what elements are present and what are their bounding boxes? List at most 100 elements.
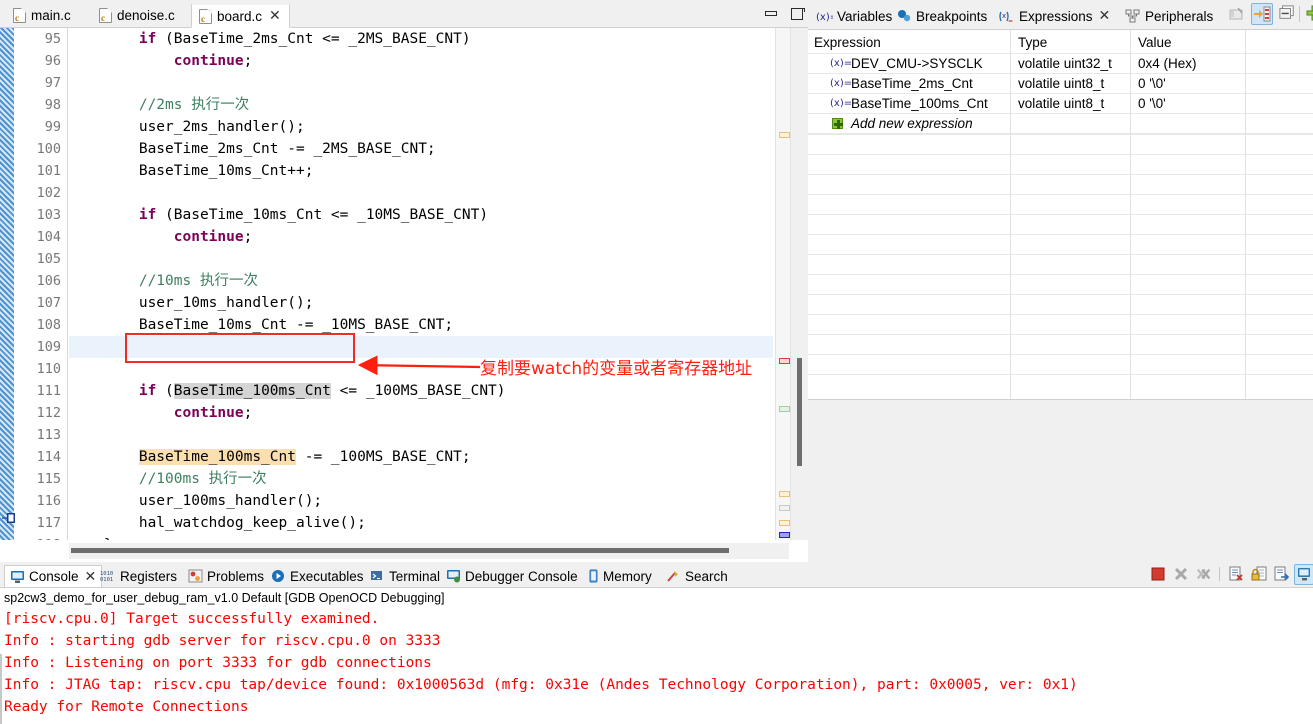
editor-tab-denoise-c[interactable]: denoise.c	[92, 3, 183, 28]
type-cell[interactable]: volatile uint8_t	[1018, 94, 1104, 114]
executables-icon	[271, 569, 286, 583]
expression-cell[interactable]: BaseTime_2ms_Cnt	[851, 74, 973, 94]
close-icon[interactable]: ✕	[85, 570, 97, 584]
row-divider	[808, 374, 1313, 375]
code-line[interactable]: //2ms 执行一次	[69, 94, 249, 116]
editor-tab-board-c[interactable]: board.c ✕	[191, 3, 290, 28]
tab-executables[interactable]: Executables	[271, 565, 364, 587]
code-line[interactable]: if (BaseTime_2ms_Cnt <= _2MS_BASE_CNT)	[69, 28, 471, 50]
overview-marker[interactable]	[779, 505, 790, 511]
tab-peripherals[interactable]: Peripherals	[1125, 4, 1213, 28]
scrollbar-thumb[interactable]	[71, 548, 729, 553]
code-line[interactable]: user_2ms_handler();	[69, 116, 305, 138]
add-new-expression-row[interactable]: Add new expression	[851, 114, 973, 134]
overview-marker[interactable]	[779, 532, 790, 538]
terminate-button[interactable]	[1150, 566, 1166, 582]
code-line[interactable]: //100ms 执行一次	[69, 468, 267, 490]
tab-expressions-content[interactable]: x = Expressions ✕	[998, 4, 1110, 28]
row-divider	[808, 154, 1313, 155]
code-line[interactable]: if (BaseTime_100ms_Cnt <= _100MS_BASE_CN…	[69, 380, 506, 402]
breakpoint-marker-icon[interactable]	[2, 512, 16, 524]
console-output-line: [riscv.cpu.0] Target successfully examin…	[4, 608, 379, 630]
tab-search[interactable]: Search	[666, 565, 728, 587]
console-tab-bar: Console ✕ 1010 0101 Registers Problems	[0, 562, 1313, 588]
overview-marker[interactable]	[779, 358, 790, 364]
code-line[interactable]: user_10ms_handler();	[69, 292, 313, 314]
overview-marker[interactable]	[779, 132, 790, 138]
source-code-area[interactable]: 9596979899100101102103104105106107108109…	[0, 28, 808, 540]
column-separator[interactable]	[1130, 30, 1131, 400]
pane-divider[interactable]	[808, 399, 1313, 400]
column-header[interactable]: Type	[1018, 33, 1047, 53]
line-number: 97	[45, 72, 61, 94]
code-line[interactable]: user_100ms_handler();	[69, 490, 322, 512]
tab-label: Expressions	[1019, 9, 1093, 24]
overview-marker[interactable]	[779, 491, 790, 497]
code-line[interactable]: if (BaseTime_10ms_Cnt <= _10MS_BASE_CNT)	[69, 204, 488, 226]
close-icon[interactable]: ✕	[1099, 9, 1111, 23]
column-separator[interactable]	[1010, 30, 1011, 400]
code-line[interactable]: hal_watchdog_keep_alive();	[69, 512, 366, 534]
tab-label: Terminal	[389, 569, 440, 584]
tab-memory[interactable]: Memory	[588, 565, 652, 587]
add-icon[interactable]	[832, 118, 843, 129]
code-line[interactable]: continue;	[69, 226, 252, 248]
tab-debugger-console[interactable]: Debugger Console	[446, 565, 578, 587]
tab-variables[interactable]: (x)= Variables	[816, 4, 892, 28]
code-line[interactable]: continue;	[69, 402, 252, 424]
code-line[interactable]: continue;	[69, 50, 252, 72]
column-header[interactable]: Value	[1138, 33, 1172, 53]
code-line[interactable]: BaseTime_2ms_Cnt -= _2MS_BASE_CNT;	[69, 138, 436, 160]
memory-icon	[588, 569, 599, 583]
column-header[interactable]: Expression	[814, 33, 881, 53]
line-number: 95	[45, 28, 61, 50]
show-details-pane-icon[interactable]	[1251, 3, 1273, 25]
overview-marker[interactable]	[779, 406, 790, 412]
collapse-all-icon[interactable]	[1279, 5, 1295, 21]
type-cell[interactable]: volatile uint8_t	[1018, 74, 1104, 94]
line-number: 113	[37, 424, 61, 446]
code-token: ;	[244, 229, 253, 245]
overview-ruler[interactable]	[775, 28, 791, 540]
minimize-button[interactable]	[763, 6, 779, 22]
editor-tab-label: main.c	[31, 8, 71, 23]
expression-cell[interactable]: DEV_CMU->SYSCLK	[851, 54, 983, 74]
editor-tab-bar: main.c denoise.c board.c ✕	[0, 0, 808, 28]
code-token	[69, 207, 139, 223]
maximize-button[interactable]	[789, 6, 805, 22]
clear-console-button[interactable]	[1228, 566, 1244, 582]
value-cell[interactable]: 0 '\0'	[1138, 74, 1166, 94]
line-number: 98	[45, 94, 61, 116]
editor-tab-main-c[interactable]: main.c	[6, 3, 79, 28]
launch-configuration-label: sp2cw3_demo_for_user_debug_ram_v1.0 Defa…	[0, 588, 1313, 608]
console-output-line: Info : starting gdb server for riscv.cpu…	[4, 630, 441, 652]
editor-vertical-scrollbar[interactable]	[791, 28, 808, 540]
pin-console-button[interactable]	[1274, 566, 1290, 582]
close-icon[interactable]: ✕	[269, 9, 281, 23]
tab-terminal[interactable]: Terminal	[370, 565, 440, 587]
value-cell[interactable]: 0x4 (Hex)	[1138, 54, 1197, 74]
overview-marker[interactable]	[779, 520, 790, 526]
code-line[interactable]: BaseTime_10ms_Cnt -= _10MS_BASE_CNT;	[69, 314, 453, 336]
expression-cell[interactable]: BaseTime_100ms_Cnt	[851, 94, 988, 114]
console-panel: Console ✕ 1010 0101 Registers Problems	[0, 562, 1313, 724]
value-cell[interactable]: 0 '\0'	[1138, 94, 1166, 114]
variable-watch-icon[interactable]	[1229, 6, 1245, 22]
line-number: 114	[37, 446, 61, 468]
code-line[interactable]: //10ms 执行一次	[69, 270, 258, 292]
code-line[interactable]: BaseTime_10ms_Cnt++;	[69, 160, 313, 182]
scroll-lock-button[interactable]	[1251, 566, 1267, 582]
tab-registers[interactable]: 1010 0101 Registers	[100, 565, 177, 587]
tab-problems[interactable]: Problems	[188, 565, 264, 587]
column-separator[interactable]	[1245, 30, 1246, 400]
tab-breakpoints[interactable]: Breakpoints	[897, 4, 987, 28]
console-output[interactable]: [riscv.cpu.0] Target successfully examin…	[0, 608, 1313, 724]
add-expression-icon[interactable]	[1306, 5, 1313, 21]
type-cell[interactable]: volatile uint32_t	[1018, 54, 1112, 74]
tab-console[interactable]: Console ✕	[4, 565, 102, 587]
scrollbar-thumb[interactable]	[797, 358, 802, 466]
code-line[interactable]: BaseTime_100ms_Cnt -= _100MS_BASE_CNT;	[69, 446, 471, 468]
code-text-area[interactable]: if (BaseTime_2ms_Cnt <= _2MS_BASE_CNT) c…	[69, 28, 773, 540]
display-selected-console-button[interactable]	[1294, 564, 1313, 585]
expressions-table[interactable]: ExpressionTypeValue(x)=DEV_CMU->SYSCLKvo…	[808, 30, 1313, 130]
